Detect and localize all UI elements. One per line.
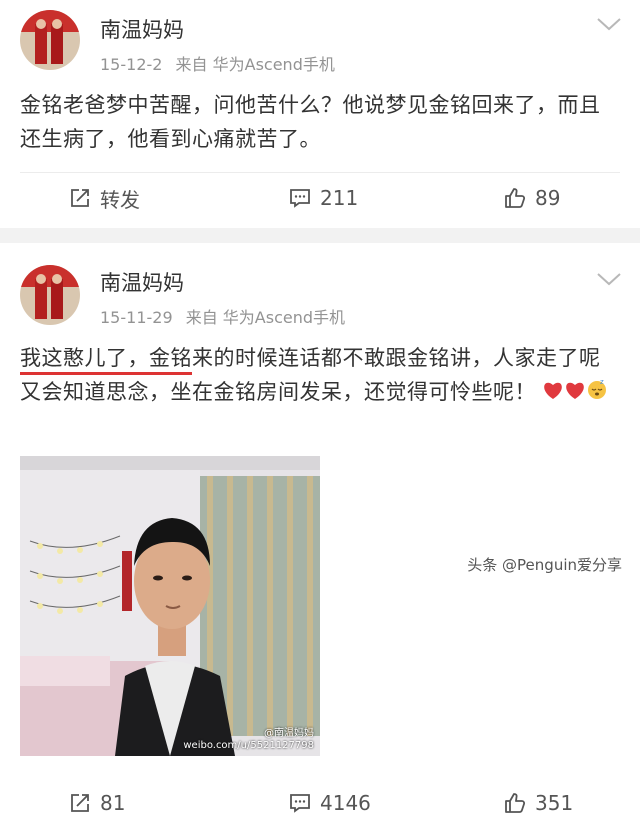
post-date: 15-11-29 [100, 308, 173, 327]
divider [20, 172, 620, 173]
repost-button[interactable]: 81 [68, 783, 125, 823]
like-button[interactable]: 89 [503, 178, 560, 218]
post-meta: 15-12-2 来自 华为Ascend手机 [100, 51, 343, 75]
comment-icon [290, 794, 310, 813]
source-credit: 头条 @Penguin爱分享 [463, 552, 626, 577]
comment-icon [290, 189, 310, 208]
thumbs-up-icon [505, 188, 526, 208]
post-card: 南温妈妈 15-12-2 来自 华为Ascend手机 金铭老爸梦中苦醒，问他苦什… [0, 0, 640, 228]
heart-icon [566, 382, 584, 399]
repost-icon [71, 189, 89, 207]
underlined-text: 我这憨儿了，金铭 [20, 346, 192, 375]
post-text: 金铭老爸梦中苦醒，问他苦什么？他说梦见金铭回来了，而且还生病了，他看到心痛就苦了… [20, 93, 601, 151]
repost-count: 81 [100, 791, 126, 815]
post-date: 15-12-2 [100, 55, 163, 74]
photo-watermark: @南温妈妈 weibo.com/u/5521127798 [183, 728, 314, 752]
like-count: 351 [535, 791, 574, 815]
comment-count: 211 [320, 186, 359, 210]
sleepy-face-icon: z [588, 378, 606, 399]
repost-button[interactable]: 转发 [68, 178, 140, 218]
comment-count: 4146 [320, 791, 371, 815]
thumbs-up-icon [505, 793, 526, 813]
username[interactable]: 南温妈妈 [100, 14, 184, 44]
username[interactable]: 南温妈妈 [100, 267, 184, 297]
watermark-user: @南温妈妈 [264, 728, 314, 739]
comment-button[interactable]: 4146 [288, 783, 371, 823]
emoji-group: z [542, 376, 608, 410]
post-meta: 15-11-29 来自 华为Ascend手机 [100, 304, 353, 328]
like-count: 89 [535, 186, 561, 210]
chevron-down-icon[interactable] [596, 16, 622, 32]
repost-icon [71, 794, 89, 812]
user-avatar[interactable] [20, 10, 80, 70]
repost-label: 转发 [100, 187, 140, 212]
user-avatar[interactable] [20, 265, 80, 325]
chevron-down-icon[interactable] [596, 271, 622, 287]
post-photo[interactable]: @南温妈妈 weibo.com/u/5521127798 [20, 456, 320, 756]
watermark-url: weibo.com/u/5521127798 [183, 740, 314, 751]
heart-icon [544, 382, 562, 399]
action-bar: 81 4146 351 [0, 783, 640, 823]
like-button[interactable]: 351 [503, 783, 573, 823]
post-text: 我这憨儿了，金铭来的时候连话都不敢跟金铭讲，人家走了呢又会知道思念，坐在金铭房间… [20, 341, 620, 410]
comment-button[interactable]: 211 [288, 178, 358, 218]
action-bar: 转发 211 89 [0, 178, 640, 218]
post-source: 来自 华为Ascend手机 [175, 55, 335, 74]
svg-text:z: z [600, 378, 604, 386]
post-card: 南温妈妈 15-11-29 来自 华为Ascend手机 我这憨儿了，金铭来的时候… [0, 243, 640, 834]
post-source: 来自 华为Ascend手机 [185, 308, 346, 327]
